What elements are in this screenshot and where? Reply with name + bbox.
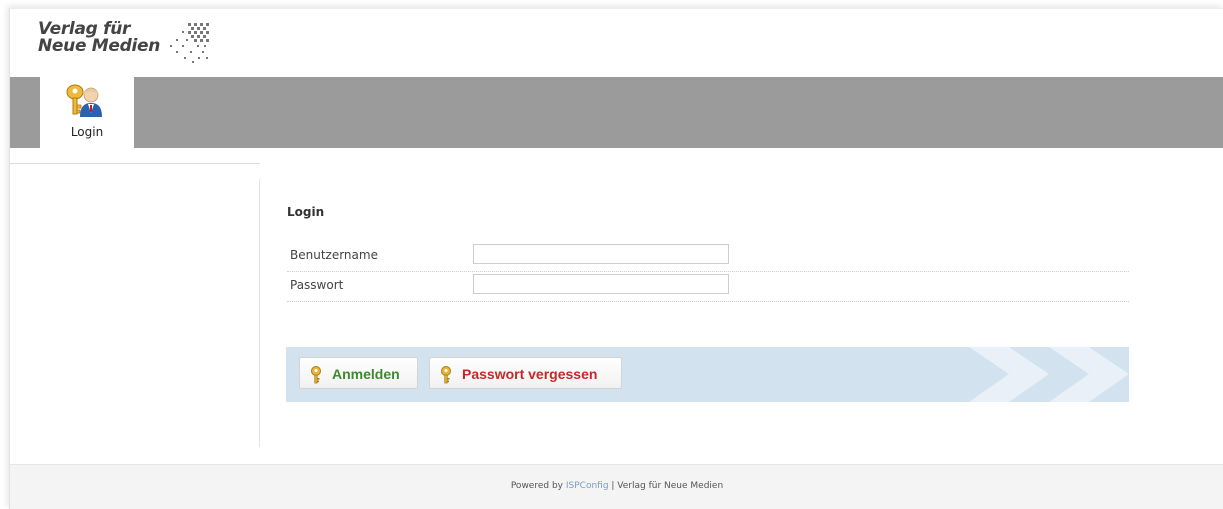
logo-line-2: Neue Medien	[38, 36, 161, 56]
brand-logo: Verlag für Neue Medien	[38, 21, 160, 55]
ispconfig-link[interactable]: ISPConfig	[566, 481, 609, 491]
chevron-decoration	[969, 347, 1129, 402]
footer-text: Powered by ISPConfig | Verlag für Neue M…	[10, 481, 1223, 491]
username-input[interactable]	[473, 244, 729, 264]
username-label: Benutzername	[290, 248, 378, 262]
key-icon	[311, 366, 321, 384]
username-row: Benutzername	[287, 241, 1129, 272]
login-form-title: Login	[287, 205, 325, 219]
login-button-label: Anmelden	[332, 366, 400, 382]
login-button[interactable]: Anmelden	[299, 357, 418, 389]
footer-suffix: Verlag für Neue Medien	[617, 481, 724, 491]
content-divider	[259, 179, 260, 447]
form-action-bar: Anmelden Passwort vergessen	[286, 347, 1129, 402]
top-navbar: Login	[10, 77, 1223, 148]
tab-login[interactable]: Login	[40, 77, 134, 148]
forgot-password-button[interactable]: Passwort vergessen	[429, 357, 622, 389]
login-users-key-icon	[66, 84, 102, 117]
app-frame: Verlag für Neue Medien Login Login Benut…	[9, 8, 1223, 509]
forgot-password-label: Passwort vergessen	[462, 366, 598, 382]
sidebar-divider	[10, 163, 260, 164]
page-footer: Powered by ISPConfig | Verlag für Neue M…	[10, 464, 1223, 509]
key-icon	[441, 366, 451, 384]
password-input[interactable]	[473, 274, 729, 294]
password-label: Passwort	[290, 278, 344, 292]
footer-prefix: Powered by	[510, 481, 566, 491]
tab-login-label: Login	[70, 125, 104, 139]
password-row: Passwort	[287, 271, 1129, 302]
dot-pattern-icon	[170, 23, 209, 63]
footer-separator: |	[608, 481, 618, 491]
